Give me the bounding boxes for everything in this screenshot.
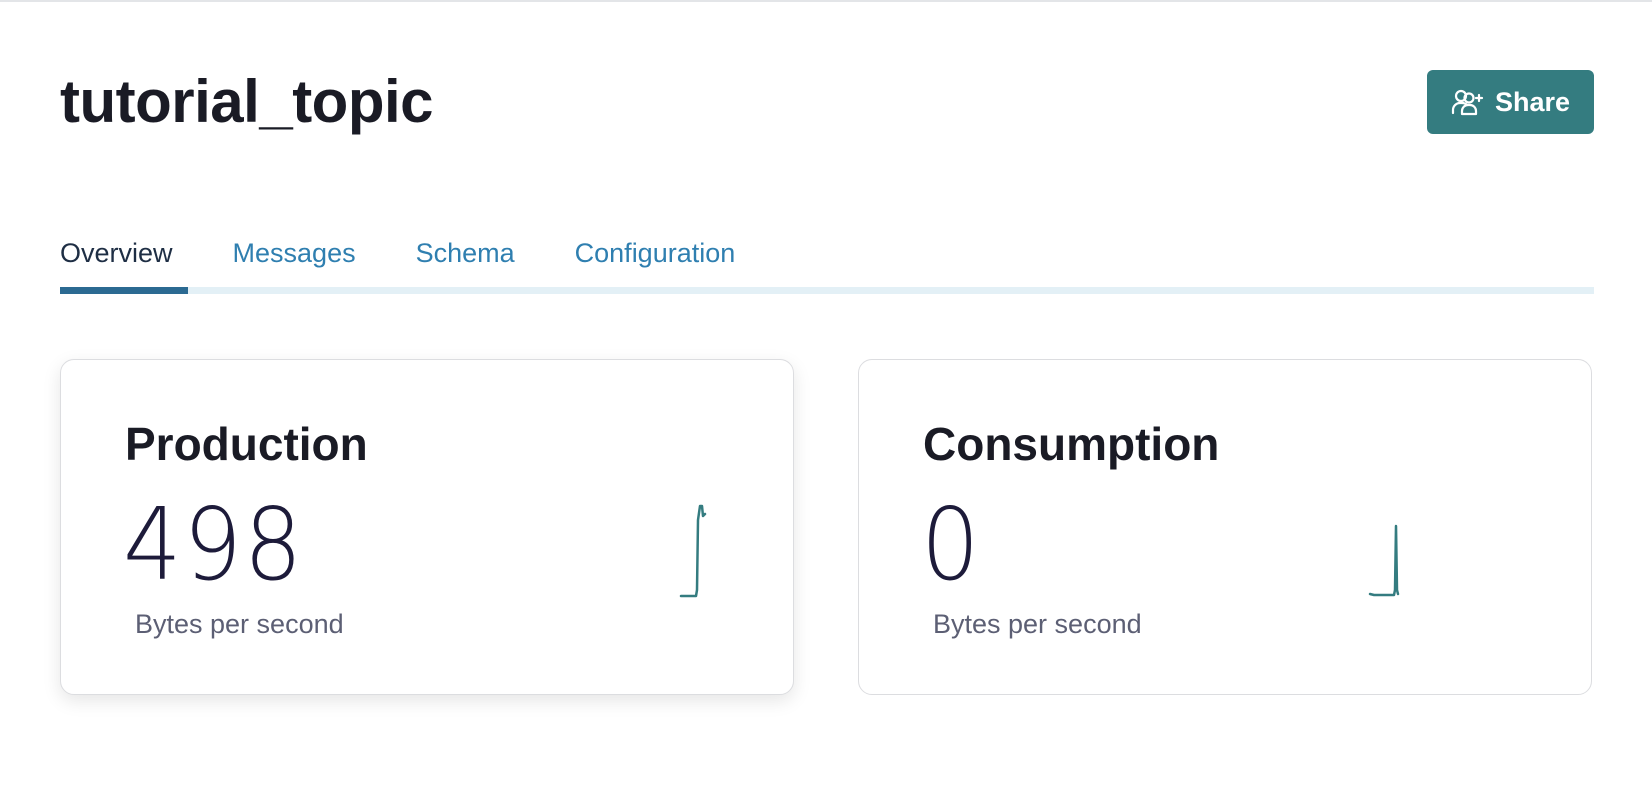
production-card[interactable]: Production 498 Bytes per second <box>60 359 794 695</box>
tab-list: Overview Messages Schema Configuration <box>60 228 735 288</box>
consumption-title: Consumption <box>923 418 1220 470</box>
share-label: Share <box>1494 86 1571 117</box>
topic-tabs: Overview Messages Schema Configuration <box>60 228 1594 296</box>
consumption-unit: Bytes per second <box>933 609 1142 639</box>
share-button[interactable]: Share <box>1427 70 1594 134</box>
tab-schema[interactable]: Schema <box>416 228 515 288</box>
consumption-sparkline <box>1368 524 1400 597</box>
tab-messages[interactable]: Messages <box>233 228 356 288</box>
consumption-value: 0 <box>921 486 982 603</box>
page-title: tutorial_topic <box>60 68 434 135</box>
tab-configuration[interactable]: Configuration <box>575 228 736 288</box>
tab-track <box>60 287 1594 294</box>
add-users-icon <box>1451 87 1485 117</box>
tab-overview[interactable]: Overview <box>60 228 173 288</box>
production-unit: Bytes per second <box>135 609 344 639</box>
consumption-card[interactable]: Consumption 0 Bytes per second <box>858 359 1592 695</box>
topic-page: tutorial_topic Share Overview Messages S… <box>0 0 1652 804</box>
production-value: 498 <box>123 486 305 603</box>
production-sparkline <box>679 504 707 598</box>
production-title: Production <box>125 418 368 470</box>
tab-active-indicator <box>60 287 188 294</box>
